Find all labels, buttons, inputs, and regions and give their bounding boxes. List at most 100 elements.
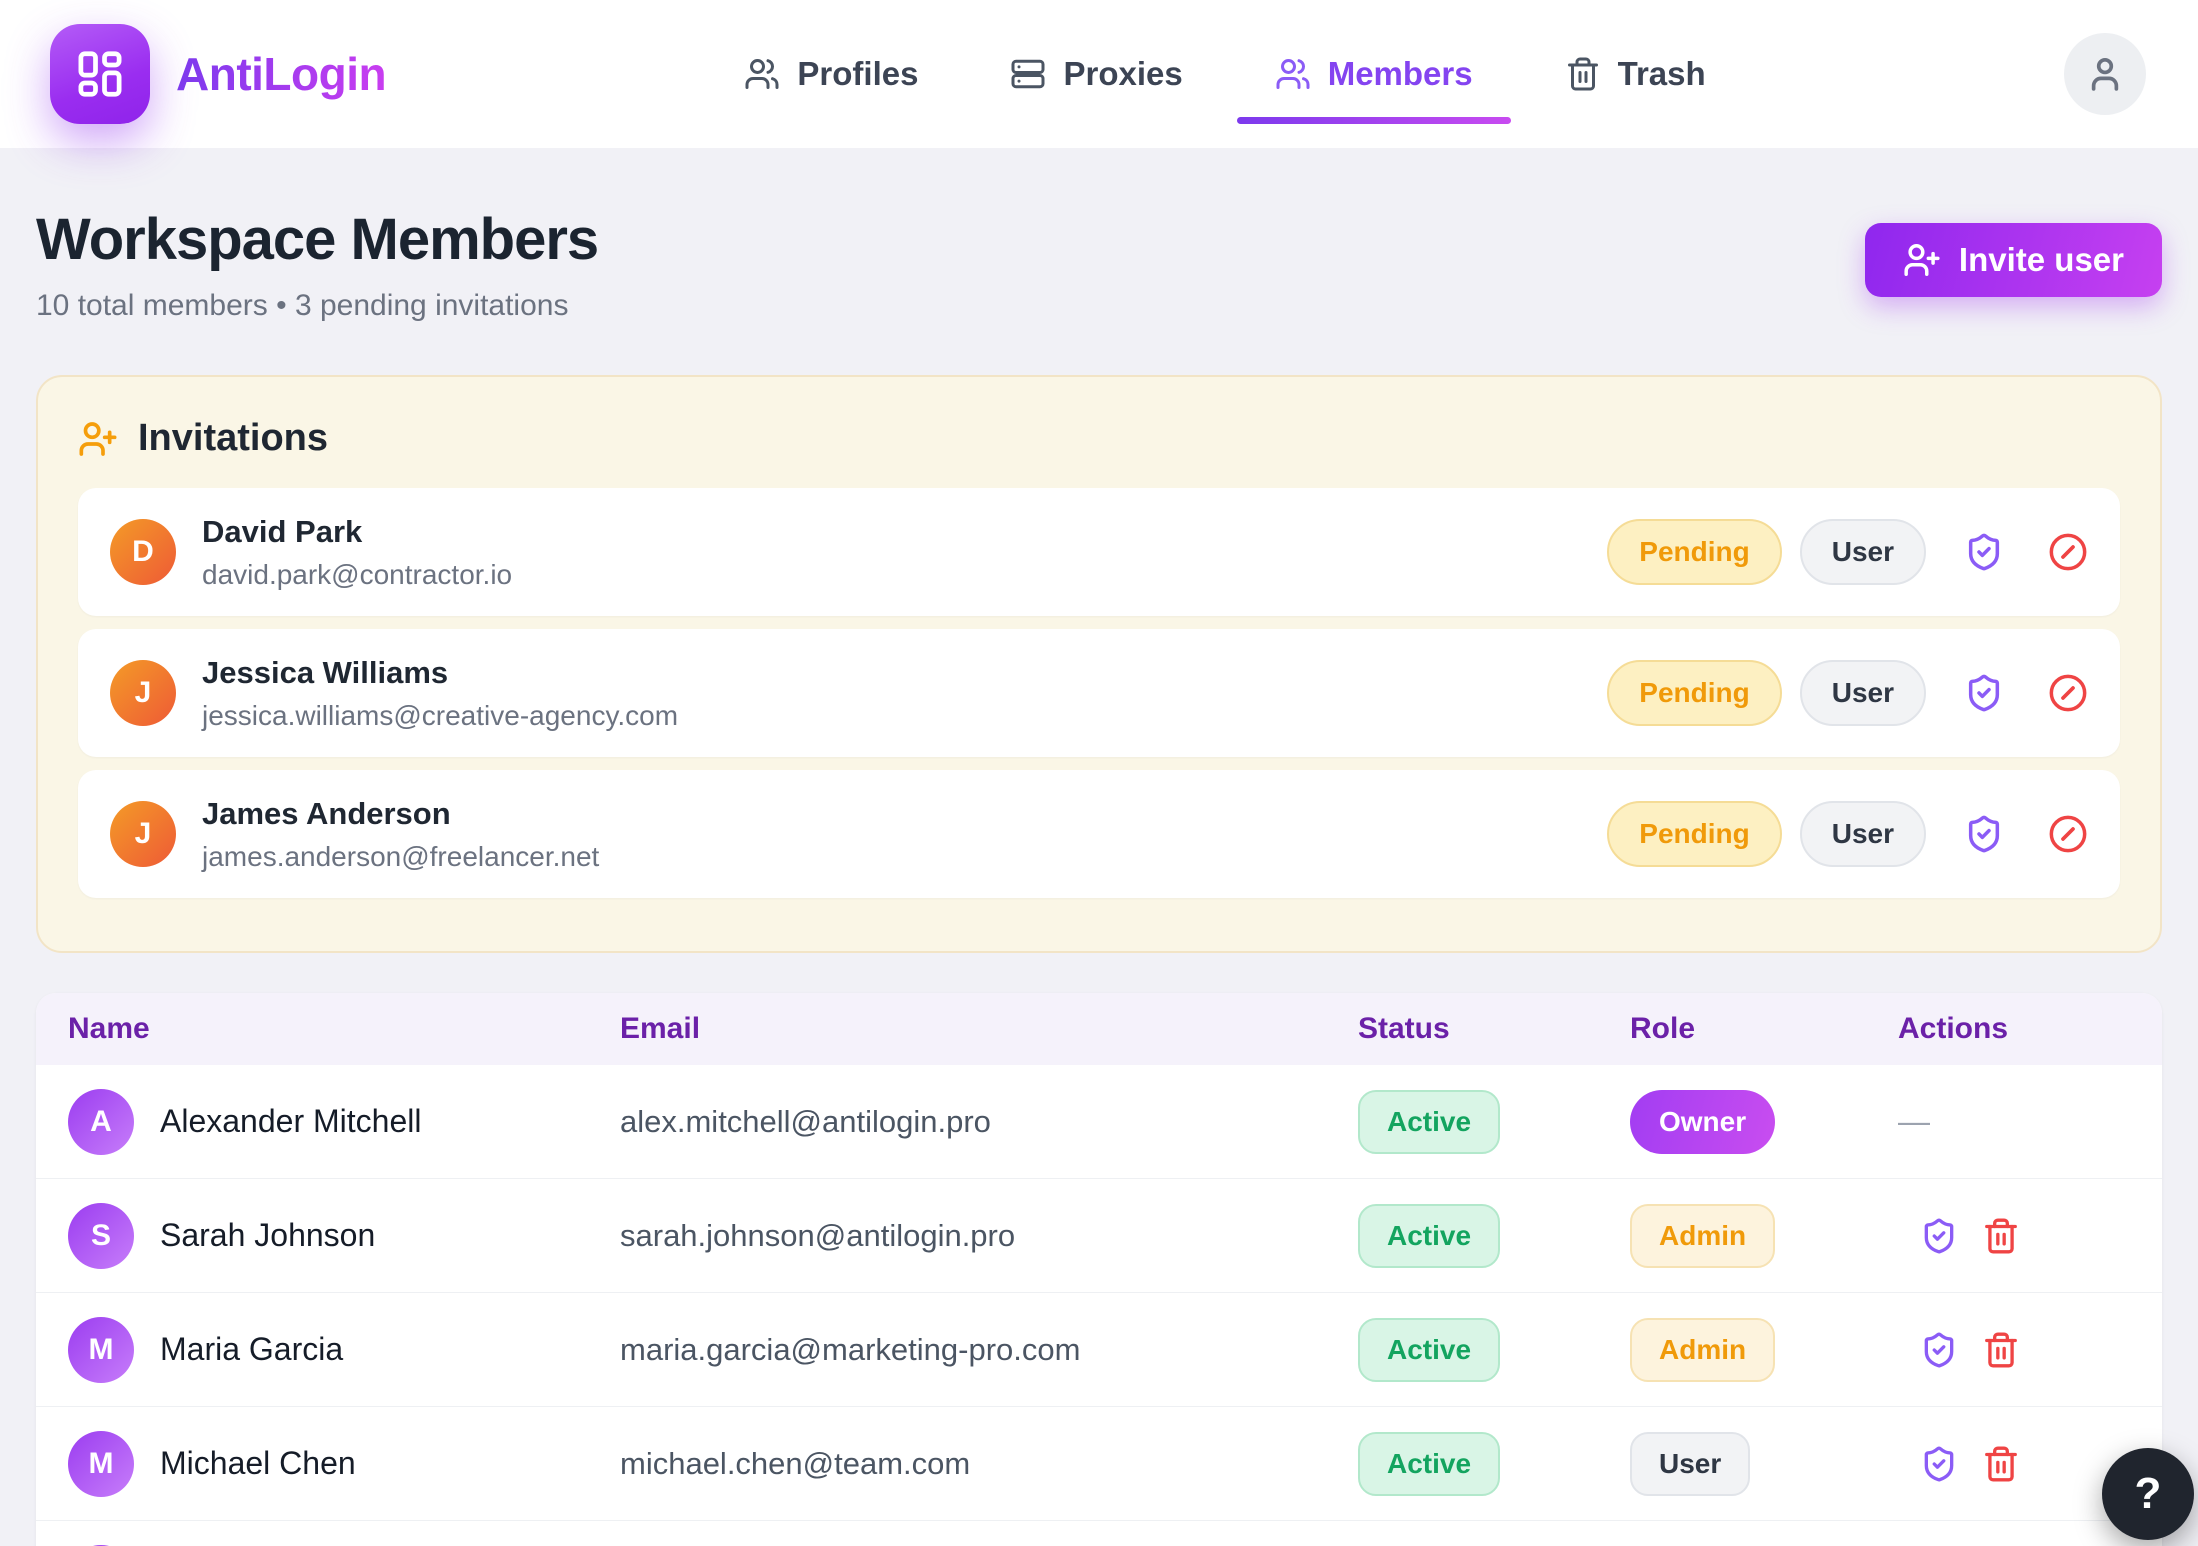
trash-icon xyxy=(1982,1217,2020,1255)
member-cell: A Alexander Mitchell xyxy=(68,1089,620,1155)
avatar: D xyxy=(110,519,176,585)
page-header: Workspace Members 10 total members • 3 p… xyxy=(36,206,2162,323)
main-content: Workspace Members 10 total members • 3 p… xyxy=(0,206,2198,1546)
tab-label: Proxies xyxy=(1063,55,1182,93)
cancel-invitation-button[interactable] xyxy=(2048,673,2088,713)
column-header-name: Name xyxy=(68,1012,620,1046)
remove-member-button[interactable] xyxy=(1982,1217,2020,1255)
change-role-button[interactable] xyxy=(1920,1331,1958,1369)
main-nav: Profiles Proxies Members xyxy=(698,0,1751,148)
invitee-name: James Anderson xyxy=(202,796,599,832)
circle-x-icon xyxy=(2048,532,2088,572)
invitations-header: Invitations xyxy=(78,411,2120,488)
member-cell: S Sarah Johnson xyxy=(68,1203,620,1269)
member-name: Michael Chen xyxy=(160,1445,356,1482)
circle-x-icon xyxy=(2048,673,2088,713)
server-icon xyxy=(1010,56,1046,92)
promote-role-button[interactable] xyxy=(1964,532,2004,572)
invitee-email: james.anderson@freelancer.net xyxy=(202,841,599,873)
table-row: M Maria Garcia maria.garcia@marketing-pr… xyxy=(36,1293,2162,1407)
table-row: S Sarah Johnson sarah.johnson@antilogin.… xyxy=(36,1179,2162,1293)
invitee-email: david.park@contractor.io xyxy=(202,559,512,591)
tab-proxies[interactable]: Proxies xyxy=(964,0,1228,148)
tab-label: Profiles xyxy=(797,55,918,93)
invitee-email: jessica.williams@creative-agency.com xyxy=(202,700,678,732)
table-row: E Emily Rodriguez emily.rodriguez@agency… xyxy=(36,1521,2162,1546)
tab-trash[interactable]: Trash xyxy=(1519,0,1752,148)
invitee-name: David Park xyxy=(202,514,512,550)
role-cell: Admin xyxy=(1630,1204,1898,1268)
invitation-row: D David Park david.park@contractor.io Pe… xyxy=(78,488,2120,616)
remove-member-button[interactable] xyxy=(1982,1445,2020,1483)
avatar: J xyxy=(110,660,176,726)
column-header-role: Role xyxy=(1630,1012,1898,1046)
change-role-button[interactable] xyxy=(1920,1445,1958,1483)
circle-x-icon xyxy=(2048,814,2088,854)
tab-label: Members xyxy=(1328,55,1473,93)
avatar: J xyxy=(110,801,176,867)
user-plus-icon xyxy=(78,419,118,459)
tab-profiles[interactable]: Profiles xyxy=(698,0,964,148)
remove-member-button[interactable] xyxy=(1982,1331,2020,1369)
shield-check-icon xyxy=(1964,814,2004,854)
invitee: J James Anderson james.anderson@freelanc… xyxy=(110,796,599,873)
no-actions-dash: — xyxy=(1898,1103,1930,1140)
status-badge: Active xyxy=(1358,1090,1500,1154)
actions-cell xyxy=(1898,1331,2130,1369)
role-badge: User xyxy=(1800,801,1926,867)
account-avatar-button[interactable] xyxy=(2064,33,2146,115)
avatar: S xyxy=(68,1203,134,1269)
shield-check-icon xyxy=(1964,532,2004,572)
promote-role-button[interactable] xyxy=(1964,673,2004,713)
invitation-controls: Pending User xyxy=(1607,801,2088,867)
invitations-title: Invitations xyxy=(138,417,328,460)
status-badge: Pending xyxy=(1607,660,1781,726)
table-row: A Alexander Mitchell alex.mitchell@antil… xyxy=(36,1065,2162,1179)
role-cell: Owner xyxy=(1630,1090,1898,1154)
cancel-invitation-button[interactable] xyxy=(2048,532,2088,572)
status-cell: Active xyxy=(1358,1318,1630,1382)
member-email: maria.garcia@marketing-pro.com xyxy=(620,1332,1358,1368)
invitation-controls: Pending User xyxy=(1607,660,2088,726)
role-badge: User xyxy=(1800,660,1926,726)
active-tab-underline xyxy=(1237,117,1511,124)
cancel-invitation-button[interactable] xyxy=(2048,814,2088,854)
trash-icon xyxy=(1565,56,1601,92)
members-table: Name Email Status Role Actions A Alexand… xyxy=(36,993,2162,1546)
table-header-row: Name Email Status Role Actions xyxy=(36,993,2162,1065)
status-cell: Active xyxy=(1358,1432,1630,1496)
trash-icon xyxy=(1982,1331,2020,1369)
invitee-name: Jessica Williams xyxy=(202,655,678,691)
app-logo xyxy=(50,24,150,124)
page-subtitle: 10 total members • 3 pending invitations xyxy=(36,289,598,323)
status-badge: Pending xyxy=(1607,801,1781,867)
trash-icon xyxy=(1982,1445,2020,1483)
role-badge: Owner xyxy=(1630,1090,1775,1154)
member-email: alex.mitchell@antilogin.pro xyxy=(620,1104,1358,1140)
member-email: sarah.johnson@antilogin.pro xyxy=(620,1218,1358,1254)
invitee: J Jessica Williams jessica.williams@crea… xyxy=(110,655,678,732)
users-icon xyxy=(1275,56,1311,92)
actions-cell: — xyxy=(1898,1103,2130,1140)
invite-user-label: Invite user xyxy=(1959,241,2124,279)
avatar: M xyxy=(68,1431,134,1497)
promote-role-button[interactable] xyxy=(1964,814,2004,854)
change-role-button[interactable] xyxy=(1920,1217,1958,1255)
member-name: Alexander Mitchell xyxy=(160,1103,421,1140)
shield-check-icon xyxy=(1920,1217,1958,1255)
avatar: M xyxy=(68,1317,134,1383)
role-badge: User xyxy=(1800,519,1926,585)
table-row: M Michael Chen michael.chen@team.com Act… xyxy=(36,1407,2162,1521)
user-plus-icon xyxy=(1903,241,1941,279)
tab-members[interactable]: Members xyxy=(1229,0,1519,148)
role-badge: User xyxy=(1630,1432,1750,1496)
help-button[interactable]: ? xyxy=(2102,1448,2194,1540)
avatar: A xyxy=(68,1089,134,1155)
actions-cell xyxy=(1898,1445,2130,1483)
invite-user-button[interactable]: Invite user xyxy=(1865,223,2162,297)
invitation-row: J Jessica Williams jessica.williams@crea… xyxy=(78,629,2120,757)
dashboard-grid-icon xyxy=(73,47,127,101)
status-badge: Pending xyxy=(1607,519,1781,585)
user-icon xyxy=(2084,53,2126,95)
status-cell: Active xyxy=(1358,1090,1630,1154)
